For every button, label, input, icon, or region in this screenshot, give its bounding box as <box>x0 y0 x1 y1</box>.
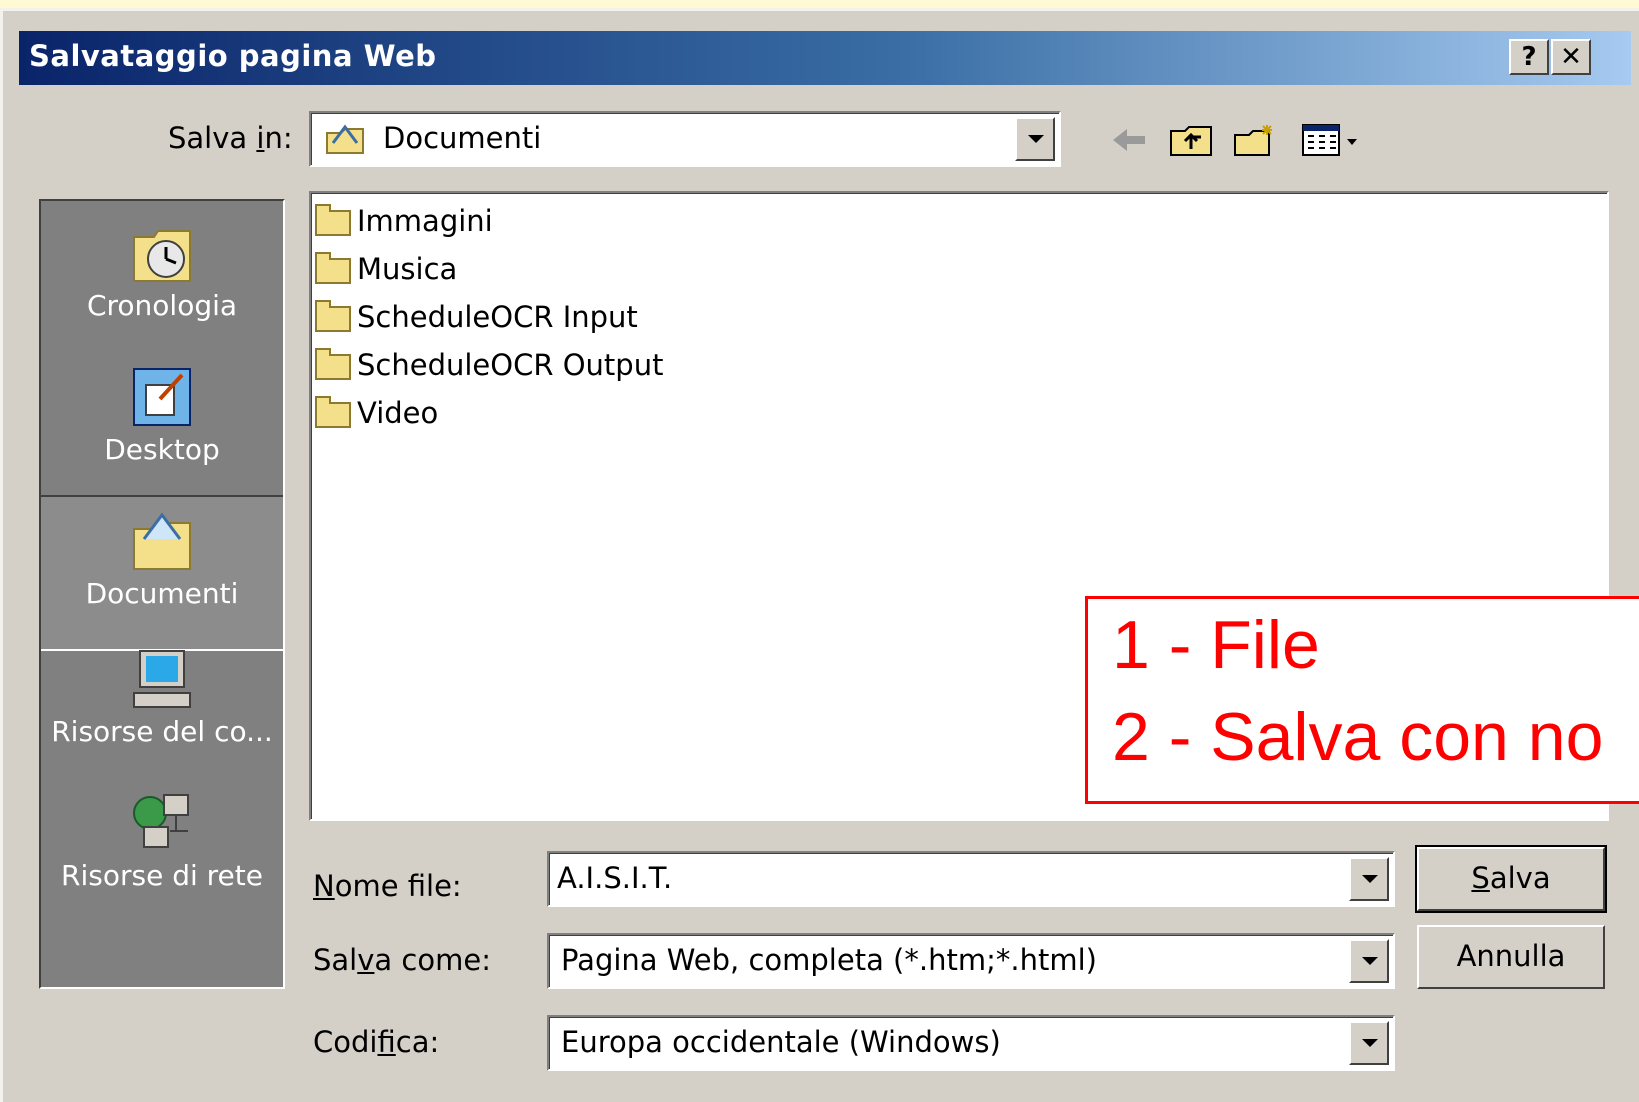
annotation-line-2: 2 - Salva con no <box>1112 699 1604 775</box>
history-icon <box>130 221 194 285</box>
list-item[interactable]: Musica <box>315 249 457 289</box>
desktop-icon <box>130 365 194 429</box>
view-menu-icon[interactable] <box>1301 123 1367 161</box>
close-button[interactable]: ✕ <box>1551 39 1591 75</box>
list-item[interactable]: ScheduleOCR Input <box>315 297 638 337</box>
place-label: Cronologia <box>86 289 238 322</box>
folder-icon <box>315 300 351 332</box>
savetype-value: Pagina Web, completa (*.htm;*.html) <box>561 943 1097 977</box>
instruction-annotation: 1 - File 2 - Salva con no <box>1085 596 1639 804</box>
savetype-label: Salva come: <box>313 943 491 977</box>
place-desktop[interactable]: Desktop <box>41 365 283 466</box>
place-documents[interactable]: Documenti <box>41 495 283 651</box>
filename-dropdown-button[interactable] <box>1349 857 1389 901</box>
pictures-folder-icon <box>315 204 351 236</box>
place-label: Documenti <box>85 577 239 610</box>
place-network[interactable]: Risorse di rete <box>41 791 283 892</box>
back-arrow-icon[interactable] <box>1109 123 1149 161</box>
save-dialog: Salvataggio pagina Web ? ✕ Salva in: Doc… <box>0 8 1639 1102</box>
folder-up-icon[interactable] <box>1169 123 1213 161</box>
documents-folder-icon <box>325 123 365 155</box>
encoding-label: Codifica: <box>313 1025 440 1059</box>
save-button[interactable]: Salva <box>1415 845 1607 913</box>
place-label: Risorse del co... <box>51 715 273 748</box>
savetype-dropdown-button[interactable] <box>1349 939 1389 983</box>
encoding-dropdown-button[interactable] <box>1349 1021 1389 1065</box>
window-title: Salvataggio pagina Web <box>29 39 437 73</box>
encoding-value: Europa occidentale (Windows) <box>561 1025 1001 1059</box>
place-label: Desktop <box>104 433 220 466</box>
save-in-value: Documenti <box>383 121 542 155</box>
save-in-dropdown-button[interactable] <box>1015 117 1055 161</box>
folder-icon <box>315 252 351 284</box>
filename-value: A.I.S.I.T. <box>557 861 673 895</box>
places-bar: Cronologia Desktop Documenti Risorse del… <box>39 199 285 989</box>
network-icon <box>130 791 194 855</box>
encoding-select[interactable]: Europa occidentale (Windows) <box>547 1015 1395 1071</box>
list-item[interactable]: Immagini <box>315 201 493 241</box>
list-item[interactable]: Video <box>315 393 438 433</box>
documents-icon <box>130 509 194 573</box>
filename-field[interactable]: A.I.S.I.T. <box>547 851 1395 907</box>
save-in-combo[interactable]: Documenti <box>309 111 1061 167</box>
folder-icon <box>315 348 351 380</box>
title-bar[interactable]: Salvataggio pagina Web ? ✕ <box>19 31 1631 85</box>
place-label: Risorse di rete <box>61 859 263 892</box>
savetype-select[interactable]: Pagina Web, completa (*.htm;*.html) <box>547 933 1395 989</box>
help-button[interactable]: ? <box>1509 39 1549 75</box>
new-folder-icon[interactable] <box>1233 123 1277 161</box>
my-computer-icon <box>130 647 194 711</box>
filename-label: Nome file: <box>313 869 462 903</box>
save-in-label: Salva in: <box>168 121 293 155</box>
place-history[interactable]: Cronologia <box>41 221 283 322</box>
list-item[interactable]: ScheduleOCR Output <box>315 345 663 385</box>
folder-icon <box>315 396 351 428</box>
place-my-computer[interactable]: Risorse del co... <box>41 647 283 748</box>
annotation-line-1: 1 - File <box>1112 607 1320 683</box>
cancel-button[interactable]: Annulla <box>1417 925 1605 989</box>
